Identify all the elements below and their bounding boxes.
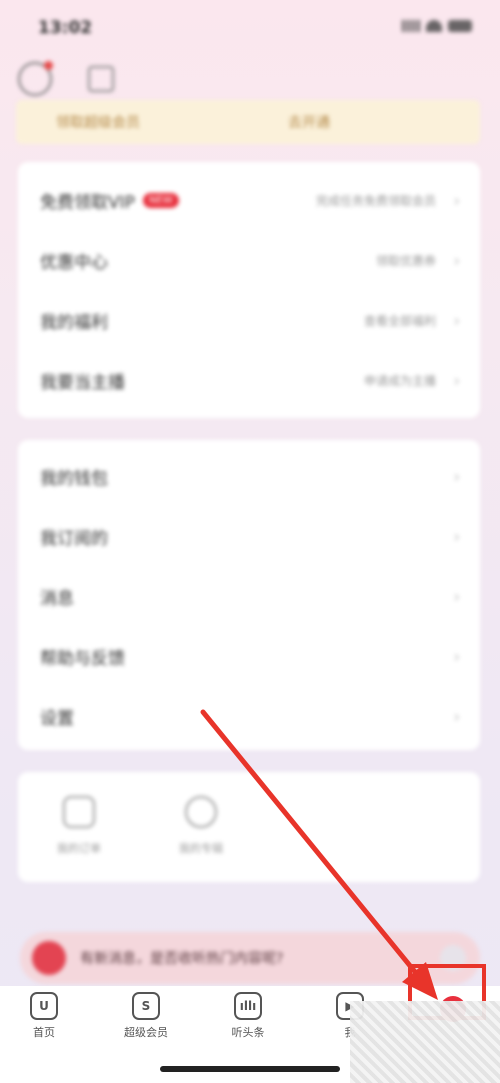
message-icon[interactable] [18,61,53,96]
menu-value: 申请成为主播 [363,373,436,388]
notice-text: 有新消息，是否收听热门内容呢? [80,951,284,967]
menu-label: 我的钱包 [40,468,108,489]
menu-label: 我要当主播 [40,372,125,393]
tab-vip[interactable]: S 超级会员 [116,992,176,1040]
new-badge: NEW [142,192,179,208]
chevron-right-icon: › [453,310,460,330]
menu-label: 优惠中心 [40,252,108,273]
audio-wave-icon: ıllı [234,992,262,1020]
home-icon: U [30,992,58,1020]
menu-label: 消息 [40,588,74,609]
menu-value: 查看全部福利 [363,313,436,328]
chevron-right-icon: › [453,466,460,486]
menu-row-subscribed[interactable]: 我订阅的 › [18,506,480,566]
menu-label: 免费领取VIP [40,192,135,213]
menu-row-coupon[interactable]: 优惠中心 领取优惠券 › [18,230,480,290]
notice-avatar-icon [32,941,66,975]
tab-label: 听头条 [231,1026,265,1039]
status-icons [402,20,472,32]
banner-right-text: 去开通 [288,115,330,131]
chevron-right-icon: › [453,706,460,726]
vip-icon: S [132,992,160,1020]
menu-row-free-vip[interactable]: 免费领取VIP NEW 完成任务免费领取会员 › [18,170,480,230]
menu-row-help[interactable]: 帮助与反馈 › [18,626,480,686]
menu-value: 领取优惠券 [375,253,436,268]
wifi-icon [426,20,442,32]
tool-label: 我的订单 [57,842,101,855]
signal-icon [402,20,420,32]
order-icon [63,796,95,828]
menu-value: 完成任务免费领取会员 [315,193,436,208]
menu-card-secondary: 我的钱包 › 我订阅的 › 消息 › 帮助与反馈 › 设置 › [18,440,480,750]
battery-icon [448,20,472,32]
chevron-right-icon: › [453,646,460,666]
tools-card: 我的订单 我的专辑 [18,772,480,882]
status-bar: 13:02 [0,0,500,60]
menu-label: 我订阅的 [40,528,108,549]
album-icon [185,796,217,828]
tab-label: 首页 [33,1026,55,1039]
chevron-right-icon: › [453,190,460,210]
status-time: 13:02 [38,18,93,38]
watermark-image [350,1001,500,1083]
banner-left-text: 领取超级会员 [56,115,140,131]
menu-row-settings[interactable]: 设置 › [18,686,480,746]
tool-label: 我的专辑 [179,842,223,855]
chevron-right-icon: › [453,250,460,270]
unread-dot [44,61,53,70]
chevron-right-icon: › [453,526,460,546]
menu-label: 帮助与反馈 [40,648,125,669]
tab-headlines[interactable]: ıllı 听头条 [218,992,278,1040]
tool-albums[interactable]: 我的专辑 [158,796,244,856]
tab-label: 超级会员 [124,1026,168,1039]
header-icons [18,61,114,96]
home-indicator[interactable] [160,1066,340,1072]
chevron-right-icon: › [453,586,460,606]
chevron-right-icon: › [453,370,460,390]
menu-label: 我的福利 [40,312,108,333]
menu-card-primary: 免费领取VIP NEW 完成任务免费领取会员 › 优惠中心 领取优惠券 › 我的… [18,162,480,418]
tab-home[interactable]: U 首页 [14,992,74,1040]
menu-row-wallet[interactable]: 我的钱包 › [18,446,480,506]
menu-row-welfare[interactable]: 我的福利 查看全部福利 › [18,290,480,350]
menu-row-messages[interactable]: 消息 › [18,566,480,626]
tools-row: 我的订单 我的专辑 [18,772,480,880]
menu-label: 设置 [40,708,74,729]
vip-banner[interactable]: 领取超级会员 去开通 [16,100,480,144]
scan-icon[interactable] [88,66,114,92]
tool-orders[interactable]: 我的订单 [36,796,122,856]
menu-row-anchor[interactable]: 我要当主播 申请成为主播 › [18,350,480,410]
